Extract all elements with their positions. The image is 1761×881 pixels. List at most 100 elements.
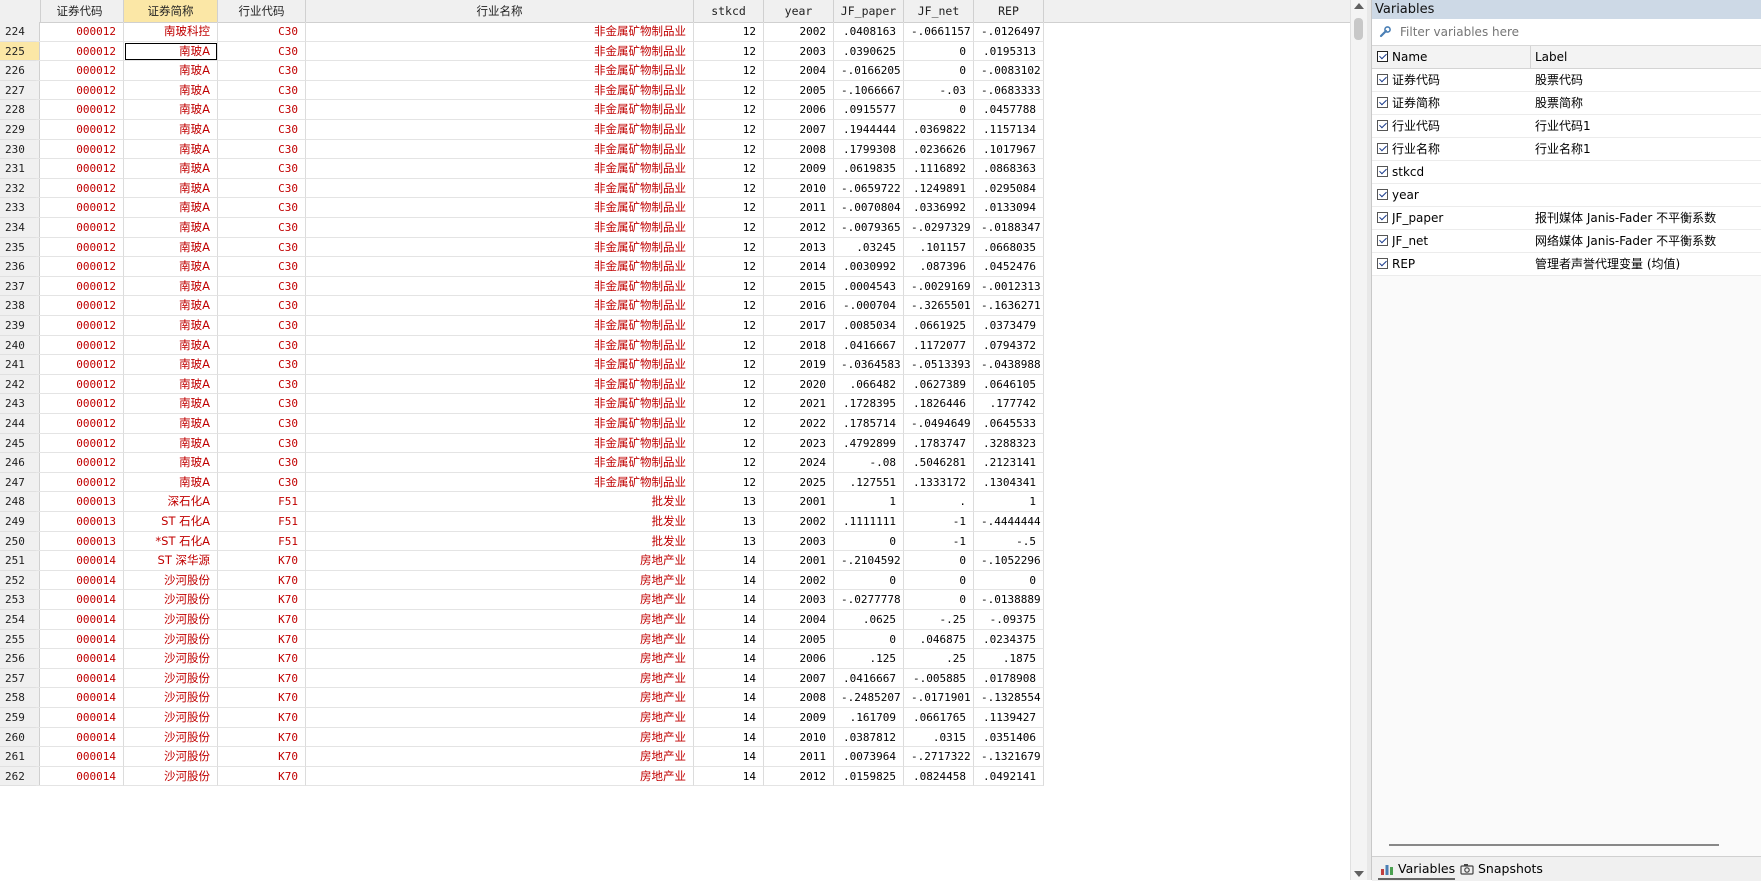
- table-cell[interactable]: C30: [218, 453, 306, 473]
- table-cell[interactable]: -.0012313: [974, 276, 1044, 297]
- table-cell[interactable]: -.0297329: [904, 218, 974, 238]
- table-cell[interactable]: .0178908: [974, 668, 1044, 689]
- table-cell[interactable]: 非金属矿物制品业: [306, 198, 694, 218]
- table-cell[interactable]: 2001: [764, 551, 834, 571]
- table-cell[interactable]: 非金属矿物制品业: [306, 22, 694, 42]
- table-cell[interactable]: C30: [218, 394, 306, 414]
- table-cell[interactable]: .0085034: [834, 316, 904, 336]
- table-cell[interactable]: -.0683333: [974, 80, 1044, 101]
- table-cell[interactable]: 2012: [764, 766, 834, 787]
- table-cell[interactable]: -.1066667: [834, 80, 904, 101]
- table-cell[interactable]: 0: [974, 570, 1044, 591]
- row-number[interactable]: 262: [0, 766, 40, 787]
- table-cell[interactable]: 非金属矿物制品业: [306, 414, 694, 434]
- table-cell[interactable]: C30: [218, 178, 306, 199]
- table-cell[interactable]: 000012: [36, 159, 124, 179]
- table-cell[interactable]: 12: [694, 355, 764, 375]
- table-cell[interactable]: 沙河股份: [124, 708, 218, 728]
- table-cell[interactable]: .0336992: [904, 198, 974, 218]
- row-number[interactable]: 229: [0, 120, 40, 140]
- variable-checkbox[interactable]: [1377, 258, 1388, 269]
- table-cell[interactable]: .0452476: [974, 257, 1044, 277]
- table-cell[interactable]: 000014: [36, 551, 124, 571]
- variable-row[interactable]: 行业代码 行业代码1: [1372, 115, 1761, 138]
- table-cell[interactable]: -.0083102: [974, 61, 1044, 81]
- table-cell[interactable]: 13: [694, 512, 764, 532]
- variable-row[interactable]: REP 管理者声誉代理变量 (均值): [1372, 253, 1761, 276]
- table-cell[interactable]: .0390625: [834, 41, 904, 62]
- table-cell[interactable]: 12: [694, 178, 764, 199]
- table-cell[interactable]: 000014: [36, 766, 124, 787]
- variable-checkbox[interactable]: [1377, 120, 1388, 131]
- table-cell[interactable]: -.1321679: [974, 747, 1044, 767]
- table-cell[interactable]: .0159825: [834, 766, 904, 787]
- variable-checkbox[interactable]: [1377, 166, 1388, 177]
- table-cell[interactable]: 14: [694, 727, 764, 748]
- table-cell[interactable]: 12: [694, 374, 764, 395]
- table-cell[interactable]: 2008: [764, 688, 834, 708]
- table-cell[interactable]: -.0029169: [904, 276, 974, 297]
- table-cell[interactable]: K70: [218, 551, 306, 571]
- table-cell[interactable]: 2007: [764, 668, 834, 689]
- table-cell[interactable]: .0492141: [974, 766, 1044, 787]
- table-cell[interactable]: 2021: [764, 394, 834, 414]
- table-cell[interactable]: 2004: [764, 610, 834, 630]
- table-cell[interactable]: 非金属矿物制品业: [306, 257, 694, 277]
- table-cell[interactable]: 000012: [36, 218, 124, 238]
- table-cell[interactable]: 000012: [36, 335, 124, 356]
- row-number[interactable]: 234: [0, 218, 40, 238]
- table-cell[interactable]: 13: [694, 531, 764, 552]
- table-cell[interactable]: 2011: [764, 198, 834, 218]
- table-cell[interactable]: .0373479: [974, 316, 1044, 336]
- table-cell[interactable]: -.3265501: [904, 296, 974, 316]
- table-cell[interactable]: .3288323: [974, 433, 1044, 454]
- table-cell[interactable]: 2009: [764, 159, 834, 179]
- row-number[interactable]: 242: [0, 374, 40, 395]
- table-cell[interactable]: 000012: [36, 374, 124, 395]
- table-cell[interactable]: 14: [694, 649, 764, 669]
- table-cell[interactable]: 南玻A: [124, 394, 218, 414]
- table-cell[interactable]: 南玻A: [124, 61, 218, 81]
- table-cell[interactable]: 000012: [36, 257, 124, 277]
- scroll-down-icon[interactable]: [1354, 871, 1364, 877]
- table-cell[interactable]: 房地产业: [306, 747, 694, 767]
- table-cell[interactable]: 12: [694, 296, 764, 316]
- row-number[interactable]: 261: [0, 747, 40, 767]
- table-cell[interactable]: K70: [218, 590, 306, 610]
- table-cell[interactable]: 14: [694, 766, 764, 787]
- table-cell[interactable]: 12: [694, 433, 764, 454]
- table-cell[interactable]: .101157: [904, 237, 974, 258]
- table-cell[interactable]: 沙河股份: [124, 649, 218, 669]
- table-cell[interactable]: .0915577: [834, 100, 904, 120]
- table-cell[interactable]: .1728395: [834, 394, 904, 414]
- table-cell[interactable]: 非金属矿物制品业: [306, 394, 694, 414]
- table-cell[interactable]: .1304341: [974, 472, 1044, 493]
- variable-row[interactable]: 证券代码 股票代码: [1372, 69, 1761, 92]
- tab-snapshots[interactable]: Snapshots: [1458, 860, 1543, 878]
- row-number[interactable]: 237: [0, 276, 40, 297]
- table-cell[interactable]: -.000704: [834, 296, 904, 316]
- table-cell[interactable]: F51: [218, 531, 306, 552]
- row-number[interactable]: 254: [0, 610, 40, 630]
- table-cell[interactable]: ST 石化A: [124, 512, 218, 532]
- table-cell[interactable]: 深石化A: [124, 492, 218, 512]
- column-header[interactable]: JF_paper: [834, 0, 904, 22]
- table-cell[interactable]: 批发业: [306, 492, 694, 512]
- table-cell[interactable]: 南玻A: [124, 178, 218, 199]
- table-cell[interactable]: .0073964: [834, 747, 904, 767]
- table-cell[interactable]: 南玻A: [124, 159, 218, 179]
- table-cell[interactable]: 非金属矿物制品业: [306, 374, 694, 395]
- table-cell[interactable]: *ST 石化A: [124, 531, 218, 552]
- table-cell[interactable]: 2005: [764, 80, 834, 101]
- variable-checkbox[interactable]: [1377, 97, 1388, 108]
- row-number[interactable]: 241: [0, 355, 40, 375]
- variable-row[interactable]: JF_paper 报刊媒体 Janis-Fader 不平衡系数: [1372, 207, 1761, 230]
- table-cell[interactable]: 1: [974, 492, 1044, 512]
- table-cell[interactable]: 0: [904, 100, 974, 120]
- table-cell[interactable]: .5046281: [904, 453, 974, 473]
- table-cell[interactable]: C30: [218, 159, 306, 179]
- row-number[interactable]: 250: [0, 531, 40, 552]
- table-cell[interactable]: 南玻A: [124, 41, 218, 62]
- row-number[interactable]: 236: [0, 257, 40, 277]
- table-cell[interactable]: K70: [218, 747, 306, 767]
